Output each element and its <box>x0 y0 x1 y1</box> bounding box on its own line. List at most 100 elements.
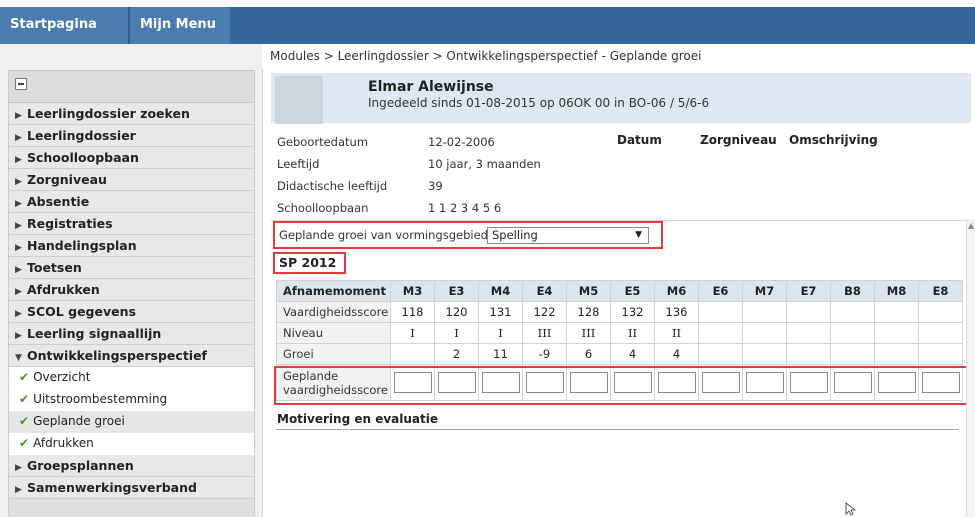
table-cell: 4 <box>654 343 699 365</box>
triangle-right-icon: ▶ <box>15 485 22 495</box>
sidebar-item-label: Absentie <box>27 194 90 209</box>
sidebar-item-label: Zorgniveau <box>27 172 107 187</box>
sidebar-footer <box>9 499 254 517</box>
table-cell: 120 <box>434 301 479 323</box>
table-cell <box>742 322 787 344</box>
mijn-menu-button[interactable]: Mijn Menu <box>130 7 230 44</box>
school-career-label: Schoolloopbaan <box>277 201 369 215</box>
planned-score-input-b8[interactable] <box>833 372 872 393</box>
startpagina-button[interactable]: Startpagina <box>0 7 128 44</box>
sidebar-item-handelingsplan[interactable]: ▶ Handelingsplan <box>9 235 254 257</box>
collapse-icon[interactable] <box>15 78 27 90</box>
table-cell: III <box>566 322 611 344</box>
student-name: Elmar Alewijnse <box>368 79 494 95</box>
table-cell: I <box>434 322 479 344</box>
breadcrumb: Modules > Leerlingdossier > Ontwikkeling… <box>262 44 975 69</box>
table-cell: I <box>390 322 435 344</box>
planned-score-input-e7[interactable] <box>789 372 828 393</box>
checkmark-icon: ✔ <box>19 414 30 428</box>
sidebar-item-label: Handelingsplan <box>27 238 137 253</box>
table-cell <box>830 322 875 344</box>
triangle-right-icon: ▶ <box>15 199 22 209</box>
table-cell: 132 <box>610 301 655 323</box>
sidebar-subitem-label: Afdrukken <box>33 436 94 450</box>
table-cell <box>918 364 963 401</box>
motivation-divider <box>276 429 959 430</box>
row-label: Vaardigheidsscore <box>276 301 391 323</box>
sidebar-item-leerling-signaallijn[interactable]: ▶ Leerling signaallijn <box>9 323 254 345</box>
planned-score-input-m6[interactable] <box>657 372 696 393</box>
table-header: M6 <box>654 280 699 302</box>
table-cell <box>390 343 435 365</box>
planned-score-input-e3[interactable] <box>437 372 476 393</box>
sidebar: ▶ Leerlingdossier zoeken ▶ Leerlingdossier… <box>8 70 255 517</box>
planned-score-input-e8[interactable] <box>921 372 960 393</box>
table-cell <box>918 301 963 323</box>
sidebar-subitem-afdrukken[interactable]: ✔ Afdrukken <box>9 433 254 455</box>
sidebar-item-schoolloopbaan[interactable]: ▶ Schoolloopbaan <box>9 147 254 169</box>
sidebar-item-leerlingdossier-zoeken[interactable]: ▶ Leerlingdossier zoeken <box>9 103 254 125</box>
table-cell: -9 <box>522 343 567 365</box>
age-label: Leeftijd <box>277 157 320 171</box>
sidebar-item-samenwerkingsverband[interactable]: ▶ Samenwerkingsverband <box>9 477 254 499</box>
sidebar-item-label: Schoolloopbaan <box>27 150 139 165</box>
table-header: M4 <box>478 280 523 302</box>
table-cell <box>742 364 787 401</box>
table-header: M7 <box>742 280 787 302</box>
table-cell <box>610 364 655 401</box>
table-cell: III <box>522 322 567 344</box>
table-row-niveau: Niveau I I I III III II II <box>276 322 963 344</box>
table-header: M8 <box>874 280 919 302</box>
motivation-heading: Motivering en evaluatie <box>277 412 438 426</box>
growth-table: Afnamemoment M3 E3 M4 E4 M5 E5 M6 E6 M7 … <box>276 280 963 401</box>
table-header: E6 <box>698 280 743 302</box>
sidebar-item-groepsplannen[interactable]: ▶ Groepsplannen <box>9 455 254 477</box>
table-header: E7 <box>786 280 831 302</box>
planned-score-input-e4[interactable] <box>525 372 564 393</box>
sidebar-subitem-overzicht[interactable]: ✔ Overzicht <box>9 367 254 389</box>
table-header: E8 <box>918 280 963 302</box>
vormingsgebied-select[interactable]: Spelling ▼ <box>487 227 649 244</box>
scroll-up-icon[interactable]: ▲ <box>968 221 974 230</box>
triangle-right-icon: ▶ <box>15 155 22 165</box>
table-cell: 122 <box>522 301 567 323</box>
table-cell: 11 <box>478 343 523 365</box>
student-header: Elmar Alewijnse Ingedeeld sinds 01-08-20… <box>271 73 971 124</box>
vertical-scrollbar[interactable]: ▲ <box>966 219 975 517</box>
sidebar-item-toetsen[interactable]: ▶ Toetsen <box>9 257 254 279</box>
sidebar-subitem-uitstroombestemming[interactable]: ✔ Uitstroombestemming <box>9 389 254 411</box>
sidebar-item-scol-gegevens[interactable]: ▶ SCOL gegevens <box>9 301 254 323</box>
didactic-age-label: Didactische leeftijd <box>277 179 388 193</box>
table-cell <box>390 364 435 401</box>
row-label: Geplande vaardigheidsscore <box>276 364 391 401</box>
table-cell <box>698 364 743 401</box>
table-cell <box>786 322 831 344</box>
triangle-right-icon: ▶ <box>15 221 22 231</box>
planned-score-input-m4[interactable] <box>481 372 520 393</box>
sidebar-item-label: Groepsplannen <box>27 458 134 473</box>
planned-score-input-m3[interactable] <box>393 372 432 393</box>
table-cell <box>698 343 743 365</box>
table-header: E5 <box>610 280 655 302</box>
sidebar-subitem-geplande-groei[interactable]: ✔ Geplande groei <box>9 411 254 433</box>
table-cell <box>434 364 479 401</box>
planned-score-input-m7[interactable] <box>745 372 784 393</box>
planned-score-input-e5[interactable] <box>613 372 652 393</box>
table-cell: 128 <box>566 301 611 323</box>
sidebar-item-absentie[interactable]: ▶ Absentie <box>9 191 254 213</box>
table-cell <box>742 301 787 323</box>
table-row-groei: Groei 2 11 -9 6 4 4 <box>276 343 963 365</box>
triangle-right-icon: ▶ <box>15 309 22 319</box>
sidebar-item-label: Registraties <box>27 216 113 231</box>
sidebar-item-ontwikkelingsperspectief[interactable]: ▼ Ontwikkelingsperspectief <box>9 345 254 367</box>
triangle-right-icon: ▶ <box>15 133 22 143</box>
planned-score-input-e6[interactable] <box>701 372 740 393</box>
sidebar-item-label: SCOL gegevens <box>27 304 136 319</box>
planned-score-input-m5[interactable] <box>569 372 608 393</box>
sidebar-item-leerlingdossier[interactable]: ▶ Leerlingdossier <box>9 125 254 147</box>
sidebar-item-afdrukken[interactable]: ▶ Afdrukken <box>9 279 254 301</box>
sidebar-item-zorgniveau[interactable]: ▶ Zorgniveau <box>9 169 254 191</box>
avatar <box>275 76 323 124</box>
planned-score-input-m8[interactable] <box>877 372 916 393</box>
sidebar-item-registraties[interactable]: ▶ Registraties <box>9 213 254 235</box>
